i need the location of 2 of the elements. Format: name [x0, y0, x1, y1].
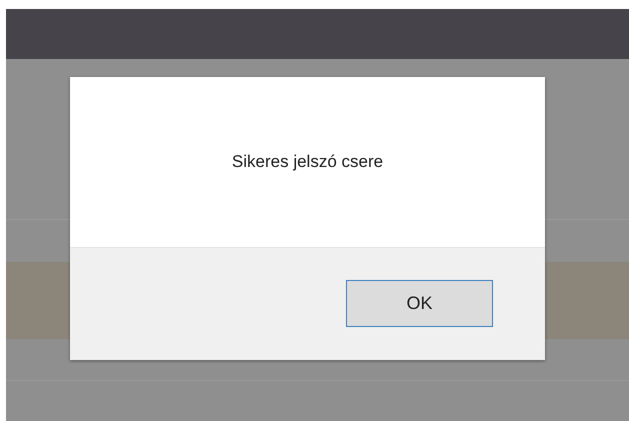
dialog-message: Sikeres jelszó csere [232, 152, 384, 172]
ok-button[interactable]: OK [346, 280, 493, 326]
